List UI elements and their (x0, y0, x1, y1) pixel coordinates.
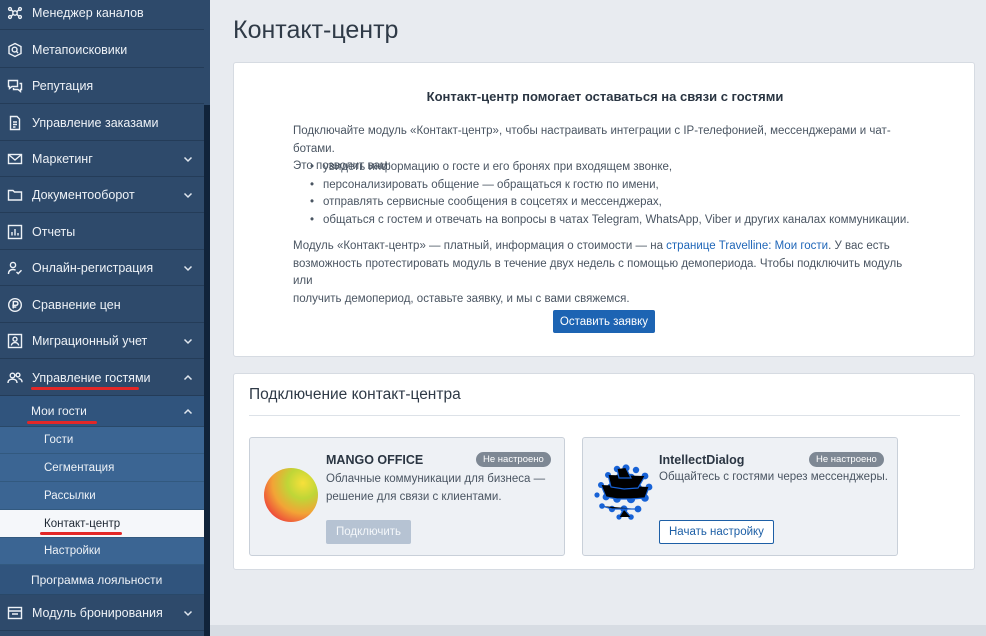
intro-line: Подключайте модуль «Контакт-центр», чтоб… (293, 125, 891, 155)
page-title: Контакт-центр (233, 16, 399, 44)
chevron-up-icon (183, 408, 193, 415)
sidebar-subitem-segmentation[interactable]: Сегментация (0, 454, 204, 482)
connect-button[interactable]: Подключить (326, 520, 412, 544)
brain-network-logo (594, 464, 653, 520)
pricing-line: получить демопериод, оставьте заявку, и … (293, 292, 630, 305)
sidebar-item-marketing[interactable]: Маркетинг (0, 141, 204, 177)
sidebar-item-documents[interactable]: Документооборот (0, 177, 204, 213)
pricing-line: Модуль «Контакт-центр» — платный, информ… (293, 238, 913, 256)
id-card-icon (7, 333, 23, 349)
sidebar-subitem-settings[interactable]: Настройки (0, 538, 204, 565)
sidebar-item-label: Документооборот (32, 187, 135, 202)
info-card: Контакт-центр помогает оставаться на свя… (233, 62, 975, 357)
list-item: персонализировать общение — обращаться к… (310, 177, 909, 195)
list-item: увидеть информацию о госте и его бронях … (310, 159, 909, 177)
sidebar-item-label: Миграционный учет (32, 333, 148, 348)
list-item: отправлять сервисные сообщения в соцсетя… (310, 194, 909, 212)
sidebar: Менеджер каналов Метапоисковики Репутаци… (0, 0, 210, 636)
status-badge: Не настроено (476, 452, 551, 467)
provider-name: MANGO OFFICE (326, 453, 424, 467)
user-check-icon (7, 260, 23, 276)
list-item: общаться с гостем и отвечать на вопросы … (310, 212, 909, 230)
folder-icon (7, 187, 23, 203)
pricing-link[interactable]: странице Travelline: Мои гости (666, 240, 828, 252)
status-badge: Не настроено (809, 452, 884, 467)
sidebar-item-label: Рассылки (44, 489, 96, 502)
chevron-down-icon (183, 156, 193, 163)
metasearch-icon (7, 42, 23, 58)
chevron-up-icon (183, 374, 193, 381)
sidebar-item-label: Контакт-центр (44, 517, 121, 530)
pricing-paragraph: Модуль «Контакт-центр» — платный, информ… (293, 238, 913, 308)
sidebar-item-label: Онлайн-регистрация (32, 260, 154, 275)
document-icon (7, 115, 23, 131)
sidebar-item-channel-manager[interactable]: Менеджер каналов (0, 0, 204, 30)
price-compare-icon (7, 297, 23, 313)
divider (249, 415, 960, 416)
highlight-underline (40, 532, 122, 535)
pricing-line: возможность протестировать модуль в тече… (293, 257, 903, 288)
highlight-underline (31, 387, 139, 390)
sidebar-item-label: Настройки (44, 545, 101, 557)
chat-bubbles-icon (7, 78, 23, 94)
provider-card-mango: MANGO OFFICE Не настроено Облачные комму… (249, 437, 565, 556)
sidebar-item-metasearch[interactable]: Метапоисковики (0, 32, 204, 68)
description-line: Общайтесь с гостями через мессенджеры. (659, 471, 888, 483)
sidebar-item-label: Отчеты (32, 224, 76, 239)
users-icon (7, 370, 23, 386)
sidebar-subitem-guests[interactable]: Гости (0, 427, 204, 454)
envelope-icon (7, 151, 23, 167)
sidebar-item-reputation[interactable]: Репутация (0, 68, 204, 104)
submit-request-button[interactable]: Оставить заявку (553, 310, 655, 333)
sidebar-item-orders[interactable]: Управление заказами (0, 105, 204, 141)
main-content: Контакт-центр Контакт-центр помогает ост… (210, 0, 986, 636)
sidebar-item-price-compare[interactable]: Сравнение цен (0, 287, 204, 323)
provider-name: IntellectDialog (659, 453, 745, 467)
sidebar-item-label: Мои гости (31, 404, 87, 418)
chevron-down-icon (183, 265, 193, 272)
provider-description: Общайтесь с гостями через мессенджеры. (659, 468, 888, 486)
cube-network-icon (7, 5, 23, 21)
provider-card-intellectdialog: IntellectDialog Не настроено Общайтесь с… (582, 437, 898, 556)
sidebar-item-label: Репутация (32, 78, 94, 93)
app-window: Менеджер каналов Метапоисковики Репутаци… (0, 0, 986, 636)
pricing-text: . У вас есть (828, 240, 890, 252)
sidebar-item-migration[interactable]: Миграционный учет (0, 323, 204, 359)
sidebar-item-label: Программа лояльности (31, 572, 163, 587)
sidebar-item-loyalty[interactable]: Программа лояльности (0, 565, 204, 595)
info-heading: Контакт-центр помогает оставаться на свя… (426, 89, 784, 104)
bottom-strip (210, 625, 986, 636)
start-setup-button[interactable]: Начать настройку (659, 520, 774, 544)
sidebar-item-reports[interactable]: Отчеты (0, 214, 204, 250)
chevron-down-icon (183, 192, 193, 199)
connect-card: Подключение контакт-центра MANGO OFFICE … (233, 373, 975, 570)
sidebar-item-online-registration[interactable]: Онлайн-регистрация (0, 250, 204, 286)
sidebar-item-label: Менеджер каналов (32, 5, 144, 20)
benefits-list: увидеть информацию о госте и его бронях … (310, 159, 909, 229)
connect-title: Подключение контакт-центра (249, 386, 461, 403)
chevron-down-icon (183, 610, 193, 617)
pricing-text: Модуль «Контакт-центр» — платный, информ… (293, 240, 667, 252)
provider-description: Облачные коммуникации для бизнеса — реше… (326, 470, 545, 506)
chevron-down-icon (183, 338, 193, 345)
bar-chart-icon (7, 224, 23, 240)
description-line: Облачные коммуникации для бизнеса — (326, 473, 546, 485)
sidebar-item-booking-module[interactable]: Модуль бронирования (0, 595, 204, 631)
sidebar-item-label: Гости (44, 434, 74, 446)
highlight-underline (27, 421, 97, 424)
mango-logo (264, 468, 318, 522)
booking-module-icon (7, 605, 23, 621)
sidebar-item-guest-management[interactable]: Управление гостями (0, 360, 204, 396)
sidebar-item-label: Маркетинг (32, 151, 93, 166)
description-line: решение для связи с клиентами. (326, 491, 502, 503)
sidebar-item-label: Управление заказами (32, 115, 159, 130)
sidebar-subitem-mailings[interactable]: Рассылки (0, 482, 204, 510)
sidebar-item-label: Метапоисковики (32, 42, 128, 57)
sidebar-item-label: Сравнение цен (32, 297, 121, 312)
sidebar-item-label: Сегментация (44, 461, 115, 474)
sidebar-item-label: Управление гостями (32, 370, 151, 385)
sidebar-item-label: Модуль бронирования (32, 605, 163, 620)
